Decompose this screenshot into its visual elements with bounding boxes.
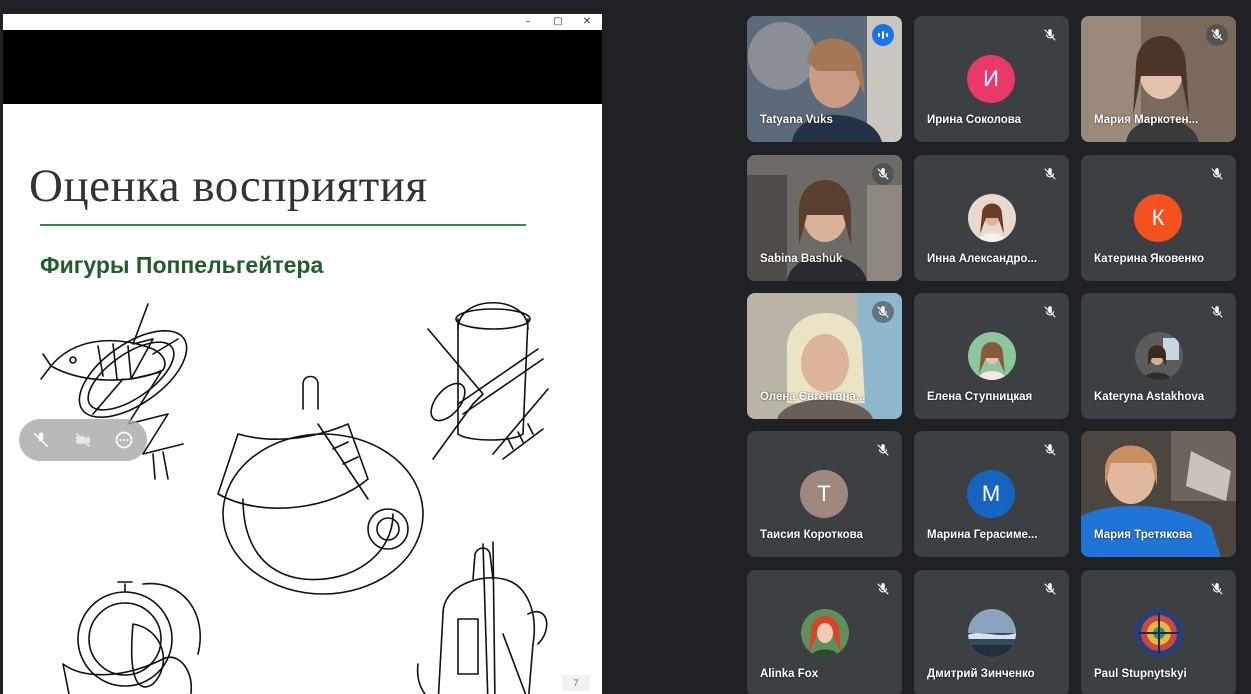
participant-tile[interactable]: Т Таисия Короткова [747, 431, 902, 557]
figure-bucket-racket-rake [427, 301, 549, 460]
window-titlebar: – ▢ ✕ [3, 14, 602, 30]
avatar: М [967, 470, 1015, 518]
figure-lamp-key [217, 375, 424, 595]
mic-muted-icon [1039, 301, 1061, 323]
participant-tile[interactable]: Alinka Fox [747, 570, 902, 694]
avatar [968, 609, 1016, 657]
participant-grid: Tatyana Vuks И Ирина Соколова Мария Марк… [747, 16, 1237, 694]
participant-name: Ирина Соколова [927, 114, 1022, 126]
mic-muted-icon [872, 301, 894, 323]
avatar: И [967, 55, 1015, 103]
mic-muted-icon [1206, 163, 1228, 185]
mic-muted-icon [872, 439, 894, 461]
avatar [968, 194, 1016, 242]
participant-name: Марина Герасиме... [927, 529, 1038, 541]
participant-name: Kateryna Astakhova [1094, 391, 1205, 403]
minimize-button[interactable]: – [517, 15, 539, 29]
speaking-indicator-icon [872, 24, 894, 46]
participant-tile[interactable]: М Марина Герасиме... [914, 431, 1069, 557]
participant-name: Paul Stupnytskyi [1094, 668, 1187, 680]
participant-name: Alinka Fox [760, 668, 819, 680]
mic-muted-icon [1039, 439, 1061, 461]
video-off-icon[interactable] [71, 428, 95, 452]
avatar [968, 332, 1016, 380]
mic-muted-icon [1206, 24, 1228, 46]
page-number: 7 [562, 675, 590, 691]
slide-title: Оценка восприятия [29, 160, 428, 212]
participant-name: Мария Маркотен... [1094, 114, 1199, 126]
avatar [1135, 609, 1183, 657]
participant-name: Tatyana Vuks [760, 114, 833, 126]
participant-name: Катерина Яковенко [1094, 253, 1204, 265]
slide-subtitle: Фигуры Поппельгейтера [40, 252, 324, 278]
mic-muted-icon [1206, 578, 1228, 600]
more-icon[interactable] [112, 428, 136, 452]
avatar [1135, 332, 1183, 380]
mic-muted-icon [1039, 578, 1061, 600]
participant-tile[interactable]: Олена Євгенівна... [747, 293, 902, 419]
participant-name: Мария Третякова [1094, 529, 1193, 541]
participant-name: Таисия Короткова [760, 529, 863, 541]
title-divider [40, 224, 526, 226]
participant-tile[interactable]: Инна Александро... [914, 155, 1069, 281]
participant-tile[interactable]: Kateryna Astakhova [1081, 293, 1236, 419]
close-button[interactable]: ✕ [576, 15, 598, 29]
figure-kettle-glass [416, 541, 548, 694]
avatar: К [1134, 194, 1182, 242]
letterbox-bar [3, 30, 602, 104]
participant-tile[interactable]: Мария Маркотен... [1081, 16, 1236, 142]
participant-name: Дмитрий Зинченко [927, 668, 1035, 680]
mic-muted-icon [1039, 163, 1061, 185]
mic-muted-icon [872, 163, 894, 185]
mic-off-icon[interactable] [29, 428, 53, 452]
figure-stopwatch-boot [62, 581, 201, 694]
participant-tile[interactable]: Paul Stupnytskyi [1081, 570, 1236, 694]
mic-muted-icon [872, 578, 894, 600]
mic-muted-icon [1039, 24, 1061, 46]
screen: – ▢ ✕ Оценка восприятия Фигуры Поппельге… [0, 0, 1251, 694]
participant-name: Олена Євгенівна... [760, 391, 866, 403]
participant-name: Инна Александро... [927, 253, 1038, 265]
participant-name: Sabina Bashuk [760, 253, 843, 265]
restore-button[interactable]: ▢ [547, 15, 569, 29]
slide: Оценка восприятия Фигуры Поппельгейтера [3, 104, 602, 694]
participant-tile[interactable]: Tatyana Vuks [747, 16, 902, 142]
participant-tile[interactable]: К Катерина Яковенко [1081, 155, 1236, 281]
participant-tile[interactable]: Елена Ступницкая [914, 293, 1069, 419]
floating-controls [19, 419, 147, 461]
participant-name: Елена Ступницкая [927, 391, 1033, 403]
avatar [801, 609, 849, 657]
participant-tile[interactable]: Мария Третякова [1081, 431, 1236, 557]
presentation-window: – ▢ ✕ Оценка восприятия Фигуры Поппельге… [3, 14, 602, 694]
participant-tile[interactable]: Дмитрий Зинченко [914, 570, 1069, 694]
participant-tile[interactable]: Sabina Bashuk [747, 155, 902, 281]
participant-tile[interactable]: И Ирина Соколова [914, 16, 1069, 142]
avatar: Т [800, 470, 848, 518]
poppelreuter-figures [40, 301, 549, 694]
mic-muted-icon [1206, 301, 1228, 323]
